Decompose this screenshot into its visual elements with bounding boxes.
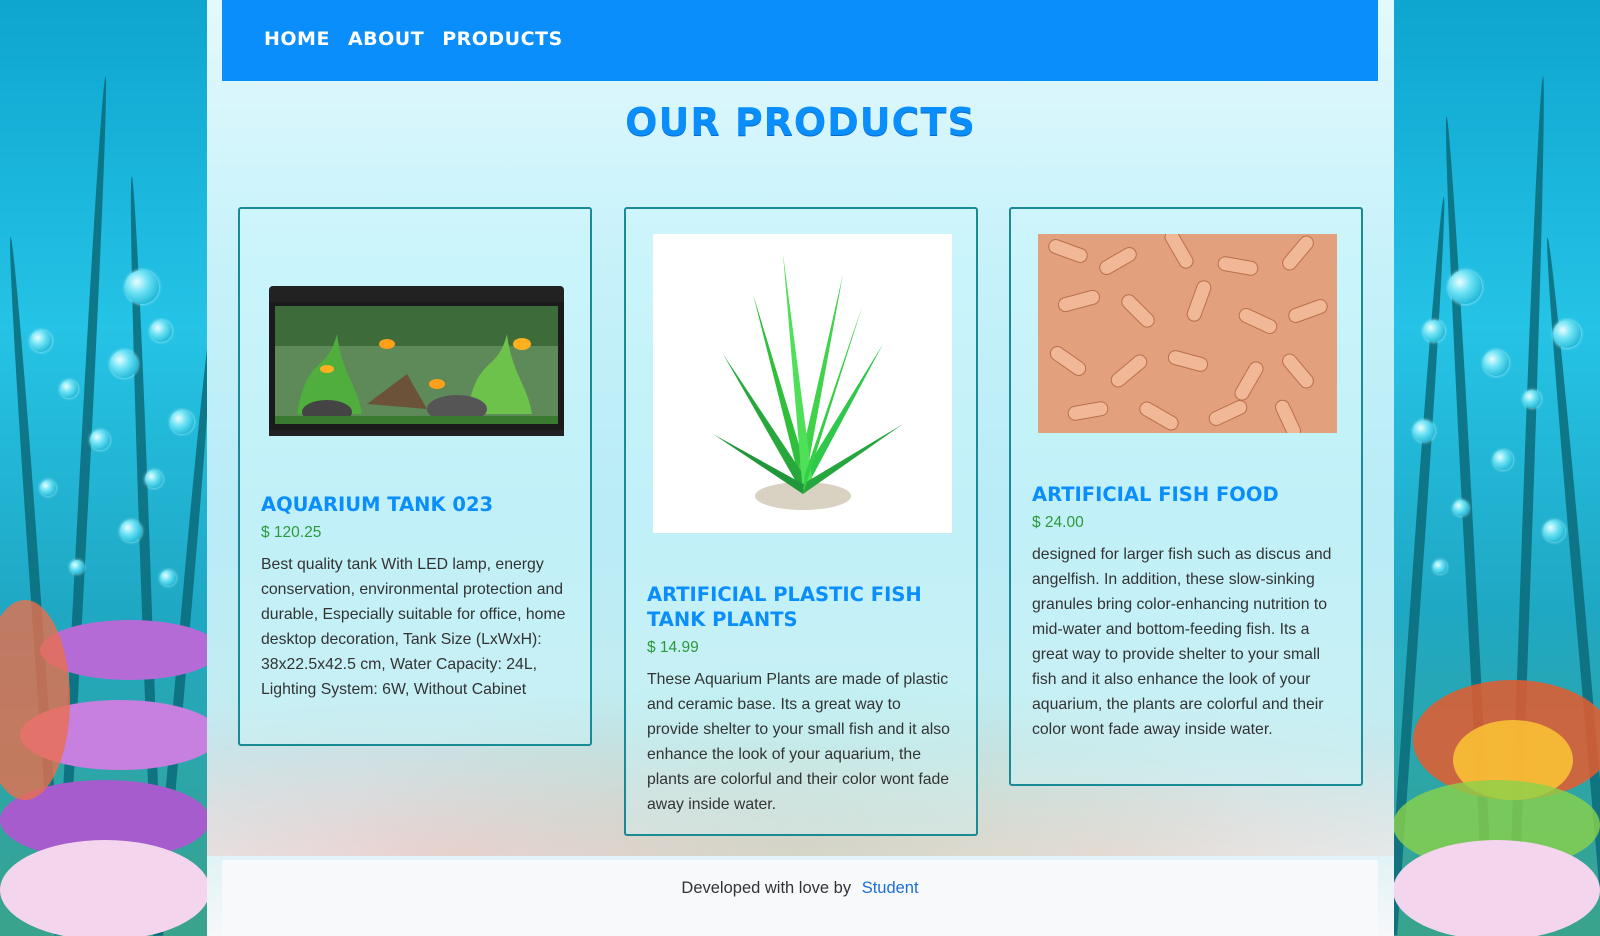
- product-price: $ 120.25: [261, 524, 322, 541]
- product-description: These Aquarium Plants are made of plasti…: [647, 671, 950, 813]
- nav-about-link[interactable]: ABOUT: [348, 28, 424, 50]
- product-price: $ 14.99: [647, 639, 699, 656]
- background-decoration-right: [1393, 0, 1600, 936]
- product-card-fish-food: ARTIFICIAL FISH FOOD $ 24.00 designed fo…: [1009, 207, 1363, 786]
- product-description: designed for larger fish such as discus …: [1032, 546, 1332, 738]
- product-price: $ 24.00: [1032, 514, 1084, 531]
- footer-text: Developed with love by Student: [222, 879, 1378, 898]
- nav-links: HOME ABOUT PRODUCTS: [264, 28, 563, 50]
- product-card-plastic-plants: ARTIFICIAL PLASTIC FISH TANK PLANTS $ 14…: [624, 207, 978, 836]
- nav-products-link[interactable]: PRODUCTS: [442, 28, 563, 50]
- plastic-plant-image: [653, 234, 952, 533]
- product-name: AQUARIUM TANK 023: [261, 493, 494, 516]
- product-name: ARTIFICIAL FISH FOOD: [1032, 483, 1279, 506]
- footer-credit-text: Developed with love by: [681, 879, 852, 897]
- footer-author-link[interactable]: Student: [862, 879, 919, 897]
- fish-food-image: [1038, 234, 1337, 433]
- nav-home-link[interactable]: HOME: [264, 28, 330, 50]
- product-card-aquarium-tank: AQUARIUM TANK 023 $ 120.25 Best quality …: [238, 207, 592, 746]
- page-title: OUR PRODUCTS: [625, 100, 976, 144]
- aquarium-tank-image: [267, 234, 566, 533]
- footer: Developed with love by Student: [222, 860, 1378, 936]
- product-name: ARTIFICIAL PLASTIC FISH TANK PLANTS: [647, 583, 922, 631]
- product-description: Best quality tank With LED lamp, energy …: [261, 556, 566, 698]
- top-navbar: HOME ABOUT PRODUCTS: [222, 0, 1378, 81]
- main-content: HOME ABOUT PRODUCTS OUR PRODUCTS AQUARIU…: [207, 0, 1394, 936]
- background-decoration-left: [0, 0, 207, 936]
